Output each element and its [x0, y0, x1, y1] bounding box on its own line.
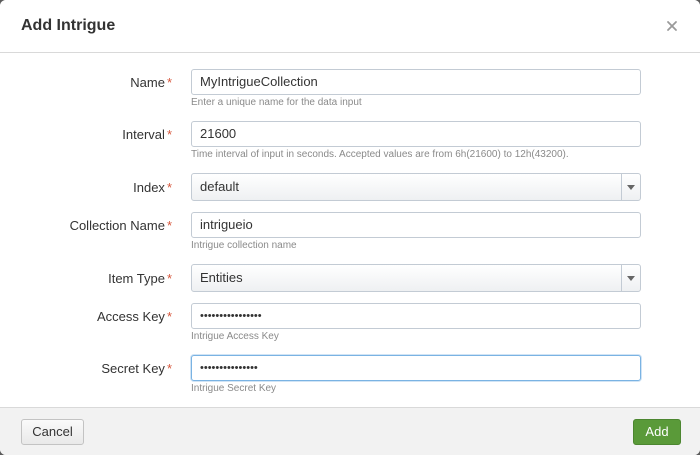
- access-key-input[interactable]: ••••••••••••••••: [191, 303, 641, 329]
- required-marker: *: [166, 75, 172, 90]
- dialog-footer: Cancel Add: [0, 407, 700, 455]
- required-marker: *: [166, 180, 172, 195]
- required-marker: *: [166, 361, 172, 376]
- index-select[interactable]: default: [191, 173, 641, 201]
- interval-help-text: Time interval of input in seconds. Accep…: [191, 149, 569, 160]
- dialog-body: Name * MyIntrigueCollection Enter a uniqu…: [0, 53, 700, 407]
- access-key-label: Access Key *: [97, 309, 172, 324]
- interval-input[interactable]: 21600: [191, 121, 641, 147]
- required-marker: *: [166, 309, 172, 324]
- name-help-text: Enter a unique name for the data input: [191, 97, 362, 108]
- add-intrigue-dialog: Add Intrigue Name * MyIntrigueCollection …: [0, 0, 700, 455]
- item-type-selected-value: Entities: [200, 270, 243, 285]
- index-selected-value: default: [200, 179, 240, 194]
- collection-name-label: Collection Name *: [69, 218, 172, 233]
- item-type-label: Item Type *: [108, 271, 172, 286]
- name-input[interactable]: MyIntrigueCollection: [191, 69, 641, 95]
- access-key-help-text: Intrigue Access Key: [191, 331, 279, 342]
- cancel-button[interactable]: Cancel: [21, 419, 84, 445]
- name-label: Name *: [130, 75, 172, 90]
- item-type-select[interactable]: Entities: [191, 264, 641, 292]
- caret-down-icon: [621, 174, 640, 200]
- required-marker: *: [166, 271, 172, 286]
- collection-name-input[interactable]: intrigueio: [191, 212, 641, 238]
- close-icon[interactable]: [664, 18, 680, 34]
- index-label: Index *: [133, 180, 172, 195]
- collection-name-help-text: Intrigue collection name: [191, 240, 297, 251]
- caret-down-icon: [621, 265, 640, 291]
- required-marker: *: [166, 127, 172, 142]
- secret-key-help-text: Intrigue Secret Key: [191, 383, 277, 394]
- secret-key-label: Secret Key *: [101, 361, 172, 376]
- dialog-header: Add Intrigue: [0, 0, 700, 53]
- interval-label: Interval *: [122, 127, 172, 142]
- dialog-title: Add Intrigue: [21, 17, 116, 34]
- add-button[interactable]: Add: [633, 419, 681, 445]
- secret-key-input[interactable]: •••••••••••••••: [191, 355, 641, 381]
- required-marker: *: [166, 218, 172, 233]
